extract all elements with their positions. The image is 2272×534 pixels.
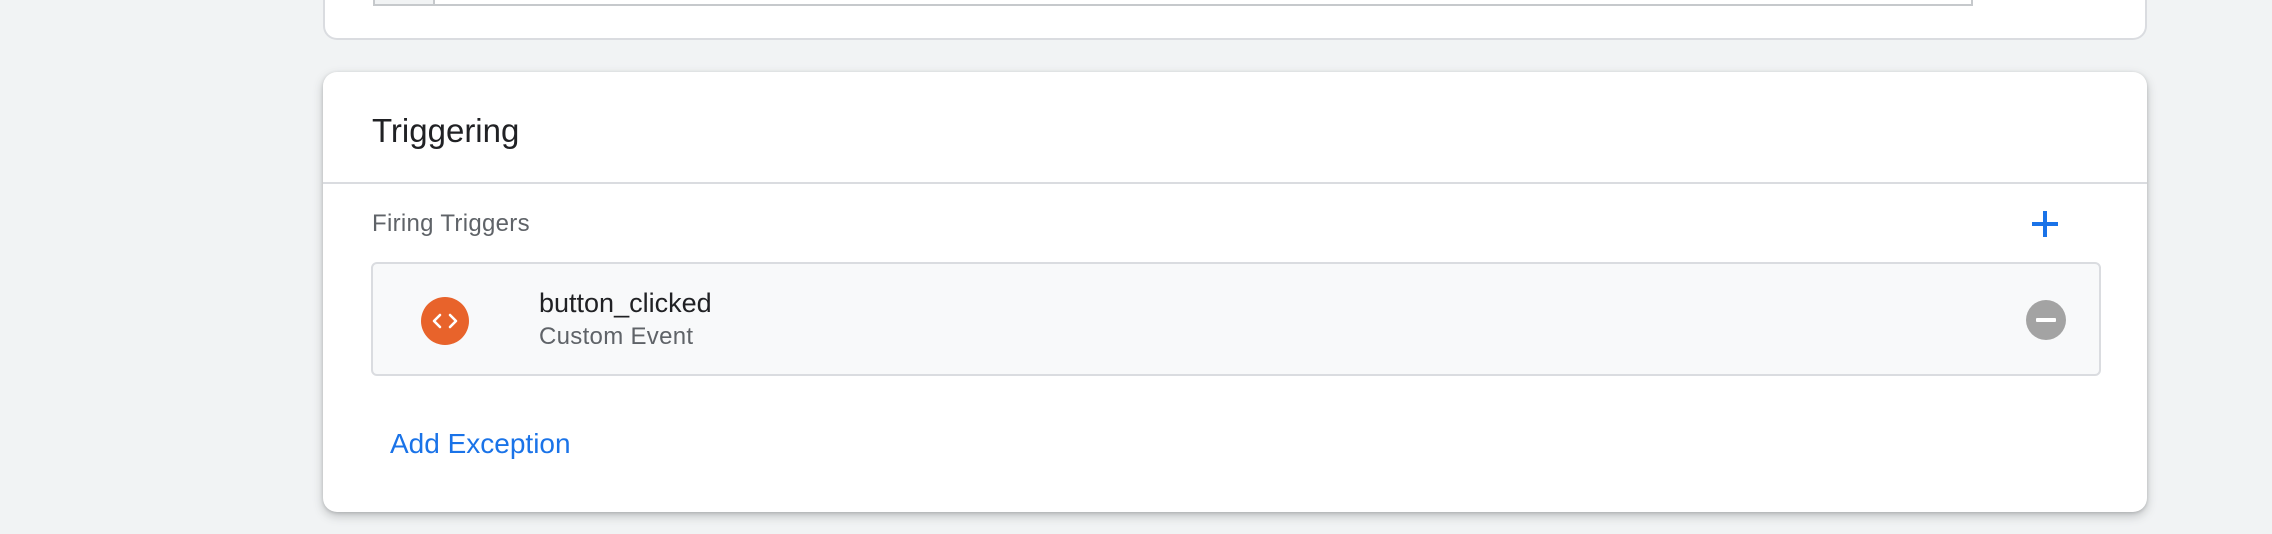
code-brackets-icon	[421, 297, 469, 345]
card-divider	[323, 182, 2147, 184]
add-exception-link[interactable]: Add Exception	[390, 424, 571, 464]
remove-circle-icon	[2036, 318, 2056, 322]
trigger-type: Custom Event	[539, 323, 694, 350]
add-trigger-button[interactable]	[2023, 202, 2067, 246]
previous-card	[323, 0, 2147, 40]
firing-triggers-label: Firing Triggers	[372, 210, 530, 237]
remove-trigger-button[interactable]	[2026, 300, 2066, 340]
triggering-card: Triggering Firing Triggers button_clicke…	[323, 72, 2147, 512]
trigger-name: button_clicked	[539, 288, 712, 318]
previous-card-input-prefix	[375, 0, 435, 4]
card-title: Triggering	[372, 112, 520, 149]
plus-icon	[2032, 211, 2058, 237]
trigger-row[interactable]: button_clicked Custom Event	[371, 262, 2101, 376]
previous-card-input[interactable]	[373, 0, 1973, 6]
